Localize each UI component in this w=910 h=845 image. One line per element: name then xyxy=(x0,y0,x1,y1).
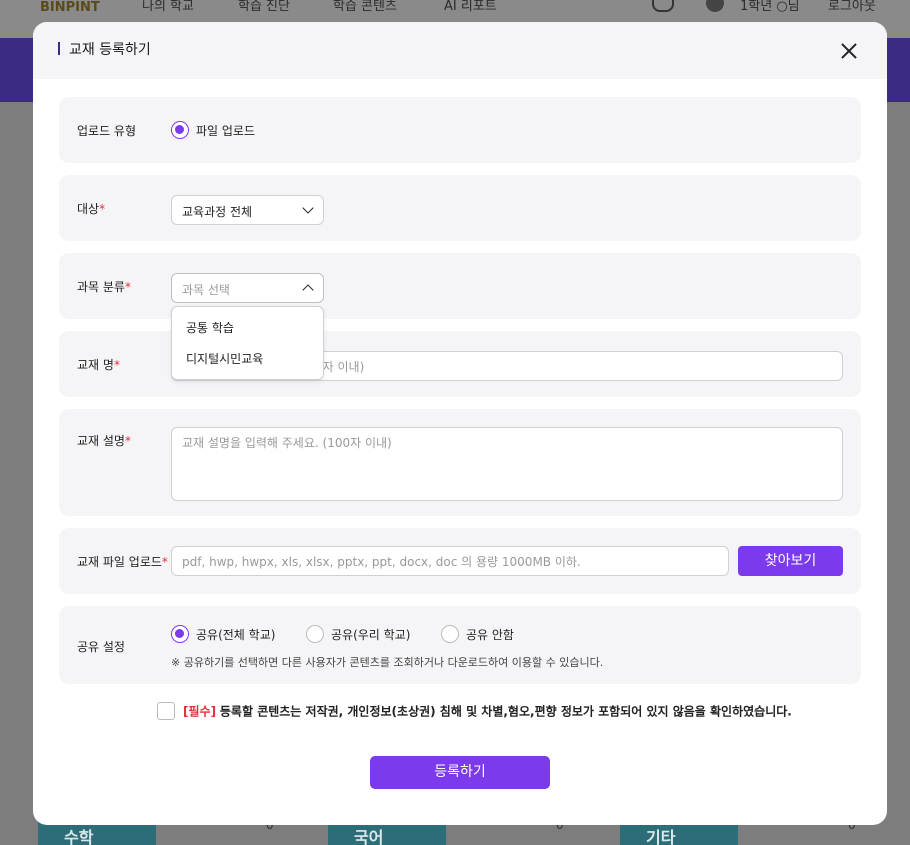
upload-type-file-radio[interactable]: 파일 업로드 xyxy=(171,121,255,139)
file-upload-label: 교재 파일 업로드* xyxy=(77,555,168,569)
title-accent-bar xyxy=(58,42,60,55)
target-select-value: 교육과정 전체 xyxy=(182,205,253,219)
agreement-checkbox[interactable] xyxy=(157,702,175,720)
chevron-down-icon xyxy=(302,202,314,214)
share-option-label: 공유(우리 학교) xyxy=(331,627,411,642)
subject-option-common[interactable]: 공통 학습 xyxy=(186,319,234,336)
subject-select[interactable]: 과목 선택 xyxy=(171,273,324,303)
background-nav-item: 학습 콘텐츠 xyxy=(333,0,397,14)
share-option-label: 공유(전체 학교) xyxy=(196,627,276,642)
agreement-row: [필수] 등록할 콘텐츠는 저작권, 개인정보(초상권) 침해 및 차별,혐오,… xyxy=(157,702,792,720)
background-logout: 로그아웃 xyxy=(828,0,876,14)
background-nav-item: 학습 진단 xyxy=(238,0,290,14)
file-path-placeholder: pdf, hwp, hwpx, xls, xlsx, pptx, ppt, do… xyxy=(182,555,581,569)
upload-type-row: 업로드 유형 파일 업로드 xyxy=(59,97,861,163)
radio-selected-icon xyxy=(171,121,189,139)
description-label: 교재 설명* xyxy=(77,434,131,448)
browse-button[interactable]: 찾아보기 xyxy=(738,546,843,576)
share-row: 공유 설정 공유(전체 학교) 공유(우리 학교) 공유 안함 ※ 공유하기를 … xyxy=(59,606,861,684)
description-placeholder: 교재 설명을 입력해 주세요. (100자 이내) xyxy=(182,436,392,450)
submit-button[interactable]: 등록하기 xyxy=(370,756,550,789)
subject-label: 과목 분류* xyxy=(77,280,131,294)
file-path-input[interactable]: pdf, hwp, hwpx, xls, xlsx, pptx, ppt, do… xyxy=(171,546,729,576)
target-row: 대상* 교육과정 전체 xyxy=(59,175,861,241)
name-label: 교재 명* xyxy=(77,358,120,372)
upload-type-label: 업로드 유형 xyxy=(77,124,137,138)
target-select[interactable]: 교육과정 전체 xyxy=(171,195,324,225)
background-nav-item: AI 리포트 xyxy=(444,0,497,14)
modal-header: 교재 등록하기 xyxy=(33,22,887,79)
share-note: ※ 공유하기를 선택하면 다른 사용자가 콘텐츠를 조회하거나 다운로드하여 이… xyxy=(171,656,604,669)
subject-dropdown-menu: 공통 학습 디지털시민교육 xyxy=(171,306,324,380)
upload-type-option-label: 파일 업로드 xyxy=(196,123,256,138)
radio-unselected-icon xyxy=(441,625,459,643)
agreement-required-tag: [필수] xyxy=(183,704,217,719)
modal-title: 교재 등록하기 xyxy=(69,42,151,58)
avatar xyxy=(706,0,724,12)
description-textarea[interactable]: 교재 설명을 입력해 주세요. (100자 이내) xyxy=(171,427,843,501)
background-nav-item: 나의 학교 xyxy=(142,0,194,14)
register-textbook-modal: 교재 등록하기 업로드 유형 파일 업로드 대상* 교육과정 전체 과목 분류*… xyxy=(33,22,887,825)
agreement-text: 등록할 콘텐츠는 저작권, 개인정보(초상권) 침해 및 차별,혐오,편향 정보… xyxy=(219,704,792,719)
description-row: 교재 설명* 교재 설명을 입력해 주세요. (100자 이내) xyxy=(59,409,861,516)
radio-selected-icon xyxy=(171,625,189,643)
target-label: 대상* xyxy=(77,202,106,216)
share-our-school-radio[interactable]: 공유(우리 학교) xyxy=(306,625,410,643)
chevron-up-icon xyxy=(302,284,314,296)
close-icon[interactable] xyxy=(835,37,863,65)
bell-icon xyxy=(652,0,674,12)
background-card: 기타 xyxy=(620,822,738,845)
background-card: 수학 xyxy=(38,822,156,845)
share-label: 공유 설정 xyxy=(77,640,125,654)
background-card: 국어 xyxy=(328,822,446,845)
subject-option-digital-citizenship[interactable]: 디지털시민교육 xyxy=(186,350,263,367)
background-user-name: 1학년 ○님 xyxy=(740,0,800,14)
file-upload-row: 교재 파일 업로드* pdf, hwp, hwpx, xls, xlsx, pp… xyxy=(59,528,861,594)
share-option-label: 공유 안함 xyxy=(466,627,514,642)
share-none-radio[interactable]: 공유 안함 xyxy=(441,625,514,643)
subject-select-placeholder: 과목 선택 xyxy=(182,283,230,297)
share-all-schools-radio[interactable]: 공유(전체 학교) xyxy=(171,625,275,643)
background-logo: BINPINT xyxy=(40,0,100,15)
radio-unselected-icon xyxy=(306,625,324,643)
